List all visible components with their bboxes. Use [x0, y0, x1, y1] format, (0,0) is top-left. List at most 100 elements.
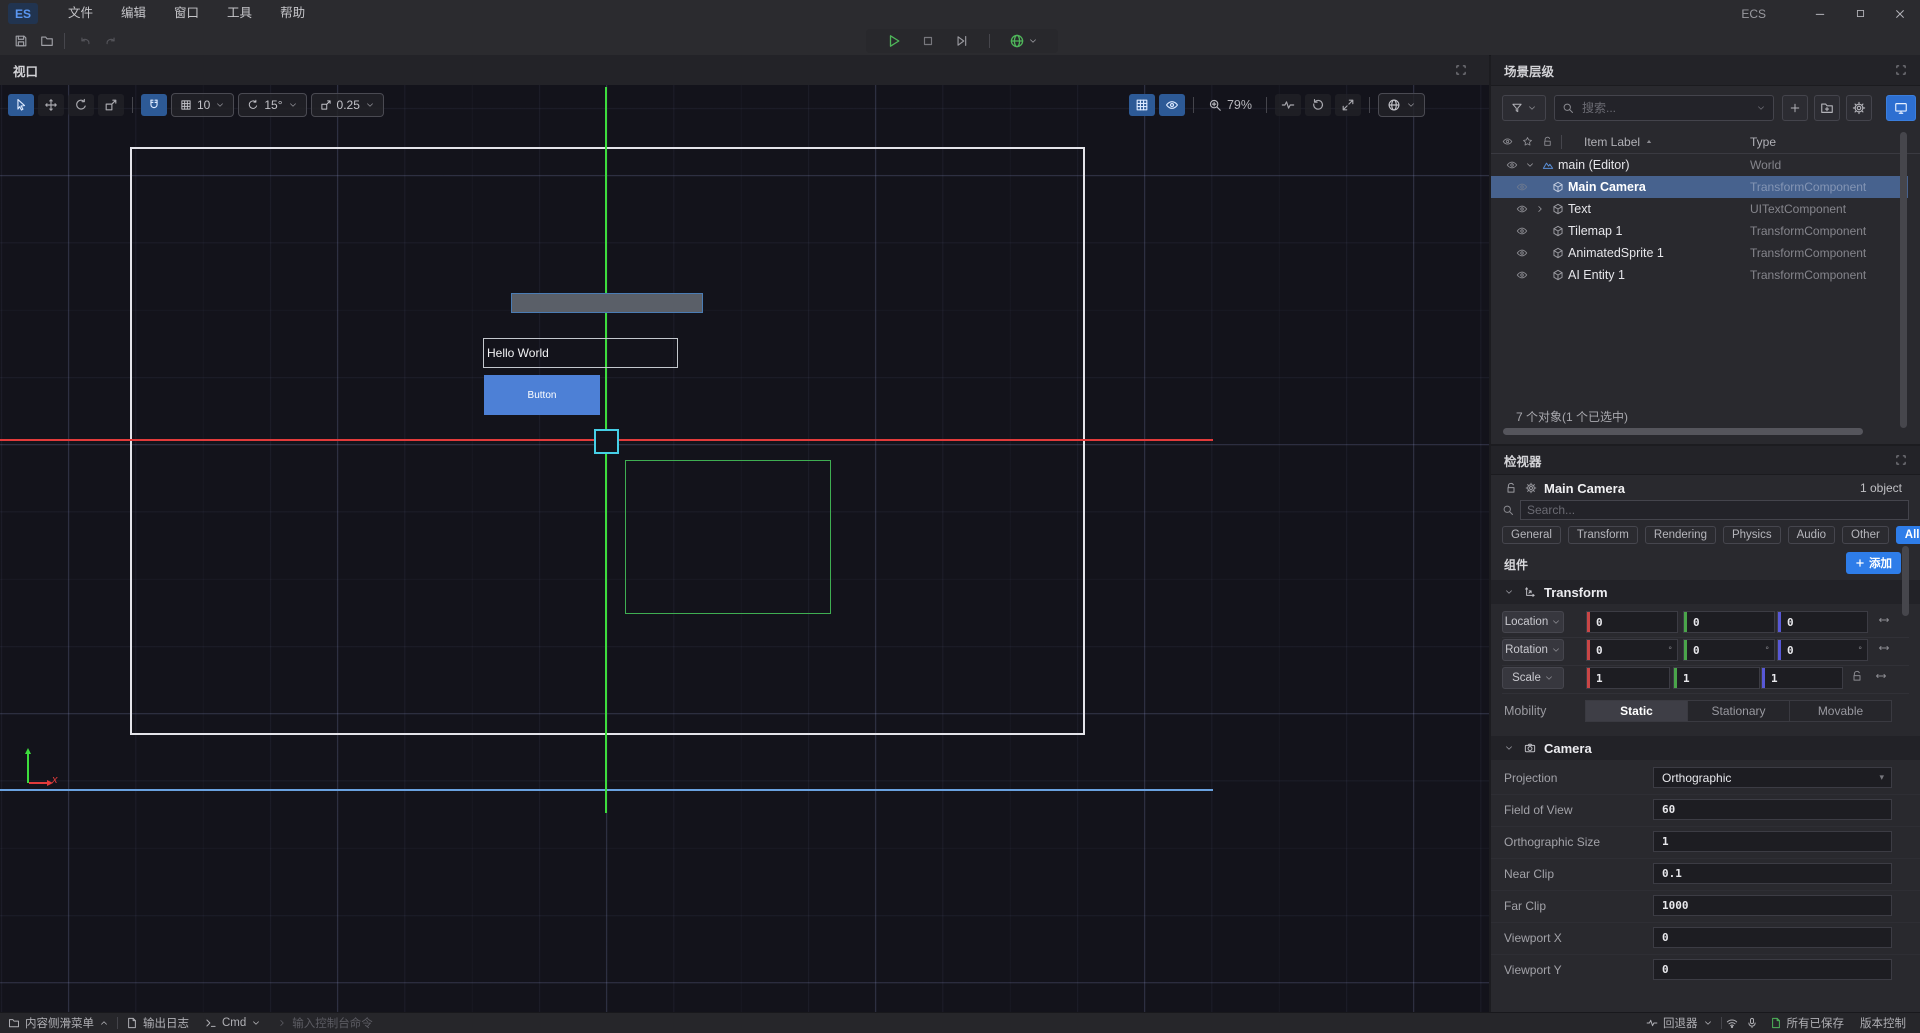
chevron-down-icon[interactable] [1522, 160, 1538, 170]
tree-row-world[interactable]: main (Editor) World [1491, 154, 1908, 176]
field-of-view-input[interactable] [1654, 802, 1865, 817]
menu-help[interactable]: 帮助 [266, 0, 319, 27]
content-drawer-button[interactable]: 内容侧滑菜单 [0, 1013, 117, 1033]
viewport-x-input[interactable] [1654, 930, 1865, 945]
new-folder-button[interactable] [1814, 95, 1840, 121]
camera-section-header[interactable]: Camera [1491, 736, 1920, 760]
scale-x-input[interactable] [1587, 671, 1664, 686]
zoom-level-control[interactable]: 79% [1202, 98, 1258, 112]
move-tool-button[interactable] [38, 94, 64, 116]
tree-row-text[interactable]: Text UITextComponent [1491, 198, 1908, 220]
mic-button[interactable] [1742, 1013, 1762, 1033]
menu-window[interactable]: 窗口 [160, 0, 213, 27]
star-icon[interactable] [1522, 136, 1533, 147]
mobility-option-movable[interactable]: Movable [1790, 701, 1891, 721]
far-clip-input[interactable] [1654, 898, 1865, 913]
column-item-label[interactable]: Item Label [1584, 135, 1640, 149]
gear-icon[interactable] [1525, 482, 1537, 494]
link-axes-icon[interactable] [1878, 614, 1890, 626]
button-object[interactable]: Button [484, 375, 600, 415]
snap-toggle-button[interactable] [141, 94, 167, 116]
inspector-search-input[interactable] [1521, 503, 1908, 517]
fullscreen-button[interactable] [1335, 94, 1361, 116]
scale-z-input[interactable] [1762, 671, 1837, 686]
window-minimize-button[interactable] [1800, 0, 1840, 27]
eye-icon[interactable] [1502, 136, 1513, 147]
world-dropdown[interactable] [1378, 93, 1425, 117]
tree-row-main-camera[interactable]: Main Camera TransformComponent [1491, 176, 1908, 198]
app-logo[interactable]: ES [8, 3, 38, 24]
filter-dropdown-button[interactable] [1502, 95, 1546, 121]
column-type[interactable]: Type [1750, 135, 1776, 149]
transform-section-header[interactable]: Transform [1491, 580, 1920, 604]
orthographic-size-input[interactable] [1654, 834, 1865, 849]
tab-general[interactable]: General [1502, 526, 1561, 544]
rotation-x-input[interactable] [1587, 643, 1670, 658]
stats-toggle-button[interactable] [1275, 94, 1301, 116]
tilemap-object[interactable] [511, 293, 703, 313]
sync-view-button[interactable] [1886, 95, 1916, 121]
menu-tools[interactable]: 工具 [213, 0, 266, 27]
scale-dropdown[interactable]: Scale [1502, 667, 1564, 689]
viewport-y-input[interactable] [1654, 962, 1865, 977]
location-z-input[interactable] [1778, 615, 1860, 630]
grid-visibility-button[interactable] [1129, 94, 1155, 116]
inspector-maximize-button[interactable] [1895, 454, 1907, 466]
tab-audio[interactable]: Audio [1788, 526, 1835, 544]
eye-icon[interactable] [1512, 203, 1532, 215]
tree-row-ai-entity[interactable]: AI Entity 1 TransformComponent [1491, 264, 1908, 286]
version-control-button[interactable]: 版本控制 [1852, 1013, 1914, 1033]
link-axes-icon[interactable] [1875, 670, 1887, 682]
eye-icon[interactable] [1512, 247, 1532, 259]
rollback-dropdown[interactable]: 回退器 [1638, 1013, 1721, 1033]
menu-file[interactable]: 文件 [54, 0, 107, 27]
console-command-input[interactable]: 输入控制台命令 [269, 1013, 381, 1033]
horizontal-scrollbar[interactable] [1503, 428, 1863, 435]
location-y-input[interactable] [1684, 615, 1767, 630]
tab-all[interactable]: All [1896, 526, 1920, 544]
lock-icon[interactable] [1542, 136, 1553, 147]
select-tool-button[interactable] [8, 94, 34, 116]
add-entity-button[interactable] [1782, 95, 1808, 121]
tab-rendering[interactable]: Rendering [1645, 526, 1716, 544]
link-axes-icon[interactable] [1878, 642, 1890, 654]
rotation-y-input[interactable] [1684, 643, 1767, 658]
rotation-dropdown[interactable]: Rotation [1502, 639, 1564, 661]
run-target-dropdown[interactable] [1009, 33, 1038, 49]
ai-entity-bounds-rect[interactable] [625, 460, 831, 614]
window-maximize-button[interactable] [1840, 0, 1880, 27]
play-icon[interactable] [886, 33, 902, 49]
eye-icon[interactable] [1502, 159, 1522, 171]
projection-dropdown[interactable]: Orthographic ▾ [1653, 767, 1892, 788]
uniform-scale-lock-icon[interactable] [1851, 670, 1863, 682]
hierarchy-search-input[interactable] [1580, 100, 1750, 116]
stop-icon[interactable] [921, 34, 935, 48]
gizmo-visibility-button[interactable] [1159, 94, 1185, 116]
hierarchy-settings-button[interactable] [1846, 95, 1872, 121]
scale-tool-button[interactable] [98, 94, 124, 116]
eye-icon[interactable] [1512, 225, 1532, 237]
near-clip-input[interactable] [1654, 866, 1865, 881]
tab-other[interactable]: Other [1842, 526, 1889, 544]
rotation-z-input[interactable] [1778, 643, 1860, 658]
mobility-option-static[interactable]: Static [1586, 701, 1688, 721]
location-x-input[interactable] [1587, 615, 1670, 630]
inspector-vertical-scrollbar[interactable] [1902, 546, 1909, 616]
mobility-option-stationary[interactable]: Stationary [1688, 701, 1790, 721]
step-forward-icon[interactable] [955, 34, 969, 48]
tab-transform[interactable]: Transform [1568, 526, 1638, 544]
network-status-button[interactable] [1722, 1013, 1742, 1033]
text-object[interactable]: Hello World [483, 338, 678, 368]
hierarchy-maximize-button[interactable] [1895, 64, 1907, 76]
selected-camera-gizmo[interactable] [594, 429, 619, 454]
grid-snap-dropdown[interactable]: 10 [171, 93, 234, 117]
save-button[interactable] [10, 31, 32, 51]
eye-icon[interactable] [1512, 269, 1532, 281]
tree-row-animatedsprite[interactable]: AnimatedSprite 1 TransformComponent [1491, 242, 1908, 264]
rotation-snap-dropdown[interactable]: 15° [238, 93, 306, 117]
tab-physics[interactable]: Physics [1723, 526, 1781, 544]
redo-button[interactable] [100, 31, 122, 51]
reset-view-button[interactable] [1305, 94, 1331, 116]
chevron-right-icon[interactable] [1532, 204, 1548, 214]
vertical-scrollbar[interactable] [1900, 132, 1907, 428]
